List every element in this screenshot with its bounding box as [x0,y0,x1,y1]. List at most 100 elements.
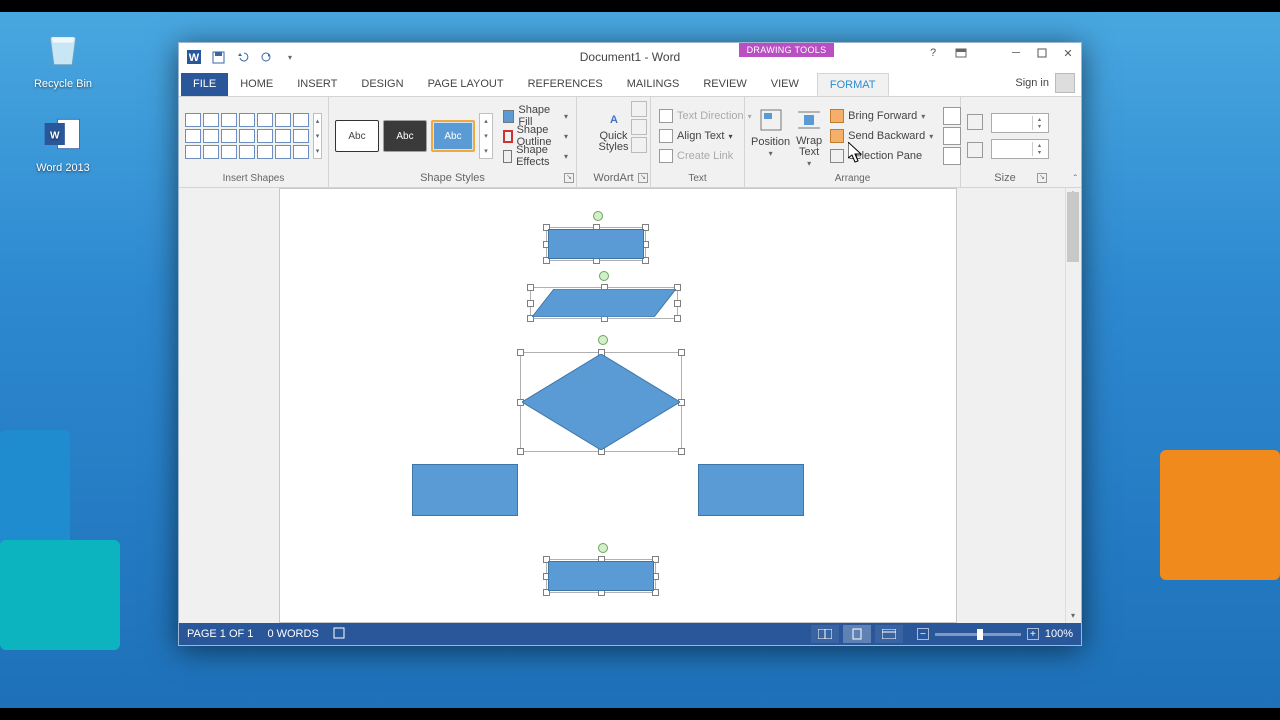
tab-references[interactable]: REFERENCES [516,73,615,96]
shape-outline-button[interactable]: Shape Outline▾ [501,127,570,145]
zoom-level[interactable]: 100% [1045,628,1073,640]
redo-button[interactable] [255,46,277,68]
dialog-launcher-icon[interactable]: ↘ [638,173,648,183]
maximize-button[interactable] [1029,43,1055,63]
avatar[interactable] [1055,73,1075,93]
svg-text:A: A [610,114,618,126]
ribbon: ▴▾▾ Insert Shapes Abc Abc Abc ▴▾▾ Shape … [179,96,1081,188]
selection-pane-button[interactable]: Selection Pane [828,147,935,165]
bucket-icon [503,110,514,123]
position-button[interactable]: Position▾ [751,103,790,169]
zoom-slider-thumb[interactable] [977,629,983,640]
flowchart-rectangle-shape[interactable] [412,464,518,516]
vertical-scrollbar[interactable]: ▴ ▾ [1065,188,1081,623]
selection-pane-icon [830,149,844,163]
tab-home[interactable]: HOME [228,73,285,96]
word-window: W ▾ Document1 - Word DRAWING TOOLS ? ─ ✕… [178,42,1082,646]
group-button[interactable] [943,127,961,145]
print-layout-button[interactable] [843,625,871,643]
wrap-text-button[interactable]: Wrap Text▾ [794,103,824,169]
align-button[interactable] [943,107,961,125]
svg-text:W: W [50,131,60,142]
flowchart-rectangle-shape[interactable] [548,561,654,591]
ribbon-tabs: FILE HOME INSERT DESIGN PAGE LAYOUT REFE… [179,71,1081,96]
shape-style-preset-2[interactable]: Abc [383,120,427,152]
text-fill-button[interactable] [631,101,647,117]
shape-effects-button[interactable]: Shape Effects▾ [501,147,570,165]
word-label: Word 2013 [36,162,90,174]
group-label-wordart: WordArt St…↘ [583,171,644,187]
group-label-text: Text [657,171,738,187]
flowchart-rectangle-shape[interactable] [548,229,644,259]
text-direction-icon [659,109,673,123]
word-count[interactable]: 0 WORDS [267,628,318,640]
scrollbar-thumb[interactable] [1067,192,1079,262]
bg-decoration [0,540,120,650]
dialog-launcher-icon[interactable]: ↘ [564,173,574,183]
rotate-handle[interactable] [599,271,609,281]
proofing-icon[interactable] [333,626,347,643]
undo-button[interactable] [231,46,253,68]
read-mode-button[interactable] [811,625,839,643]
shape-fill-button[interactable]: Shape Fill▾ [501,107,570,125]
ribbon-display-options[interactable] [951,43,971,63]
recycle-bin-desktop-icon[interactable]: Recycle Bin [18,28,108,90]
app-icon[interactable]: W [183,46,205,68]
web-layout-button[interactable] [875,625,903,643]
svg-text:W: W [189,52,200,64]
text-outline-button[interactable] [631,119,647,135]
tab-mailings[interactable]: MAILINGS [615,73,692,96]
shape-style-preset-3[interactable]: Abc [431,120,475,152]
shape-height-input[interactable]: ▴▾ [991,113,1049,133]
group-label-size: Size↘ [967,171,1043,187]
collapse-ribbon-button[interactable]: ˆ [1074,174,1077,185]
rotate-handle[interactable] [593,211,603,221]
align-text-icon [659,129,673,143]
group-label-arrange: Arrange [751,171,954,187]
bring-forward-button[interactable]: Bring Forward▾ [828,107,935,125]
shapes-gallery-more[interactable]: ▴▾▾ [313,113,322,159]
tab-insert[interactable]: INSERT [285,73,349,96]
bring-forward-icon [830,109,844,123]
rotate-handle[interactable] [598,543,608,553]
tab-view[interactable]: VIEW [759,73,811,96]
link-icon [659,149,673,163]
minimize-button[interactable]: ─ [1003,43,1029,63]
zoom-slider[interactable] [935,633,1021,636]
dialog-launcher-icon[interactable]: ↘ [1037,173,1047,183]
zoom-in-button[interactable]: + [1027,628,1039,640]
tab-file[interactable]: FILE [181,73,228,96]
tab-review[interactable]: REVIEW [691,73,758,96]
page-canvas[interactable] [279,188,957,623]
sign-in-link[interactable]: Sign in [1015,77,1049,89]
text-direction-button: Text Direction▾ [657,107,754,125]
flowchart-rectangle-shape[interactable] [698,464,804,516]
rotate-handle[interactable] [598,335,608,345]
document-area[interactable]: ▴ ▾ [179,188,1081,623]
shape-styles-more[interactable]: ▴▾▾ [479,113,493,159]
page-indicator[interactable]: PAGE 1 OF 1 [187,628,253,640]
send-backward-icon [830,129,844,143]
rotate-button[interactable] [943,147,961,165]
word-2013-desktop-icon[interactable]: W Word 2013 [18,112,108,174]
titlebar: W ▾ Document1 - Word DRAWING TOOLS ? ─ ✕ [179,43,1081,71]
align-text-button[interactable]: Align Text▾ [657,127,754,145]
send-backward-button[interactable]: Send Backward▾ [828,127,935,145]
qat-customize[interactable]: ▾ [279,46,301,68]
shape-width-input[interactable]: ▴▾ [991,139,1049,159]
tab-page-layout[interactable]: PAGE LAYOUT [416,73,516,96]
zoom-out-button[interactable]: − [917,628,929,640]
quick-styles-button[interactable]: A Quick Styles [596,101,632,149]
tab-format[interactable]: FORMAT [817,73,889,96]
close-button[interactable]: ✕ [1055,43,1081,63]
text-effects-button[interactable] [631,137,647,153]
save-button[interactable] [207,46,229,68]
tab-design[interactable]: DESIGN [349,73,415,96]
shape-style-preset-1[interactable]: Abc [335,120,379,152]
width-icon [967,142,983,158]
shapes-gallery[interactable] [185,113,309,159]
help-button[interactable]: ? [923,43,943,63]
flowchart-parallelogram-shape[interactable] [532,289,676,317]
flowchart-decision-shape[interactable] [522,354,680,450]
scroll-down-icon[interactable]: ▾ [1067,611,1079,623]
